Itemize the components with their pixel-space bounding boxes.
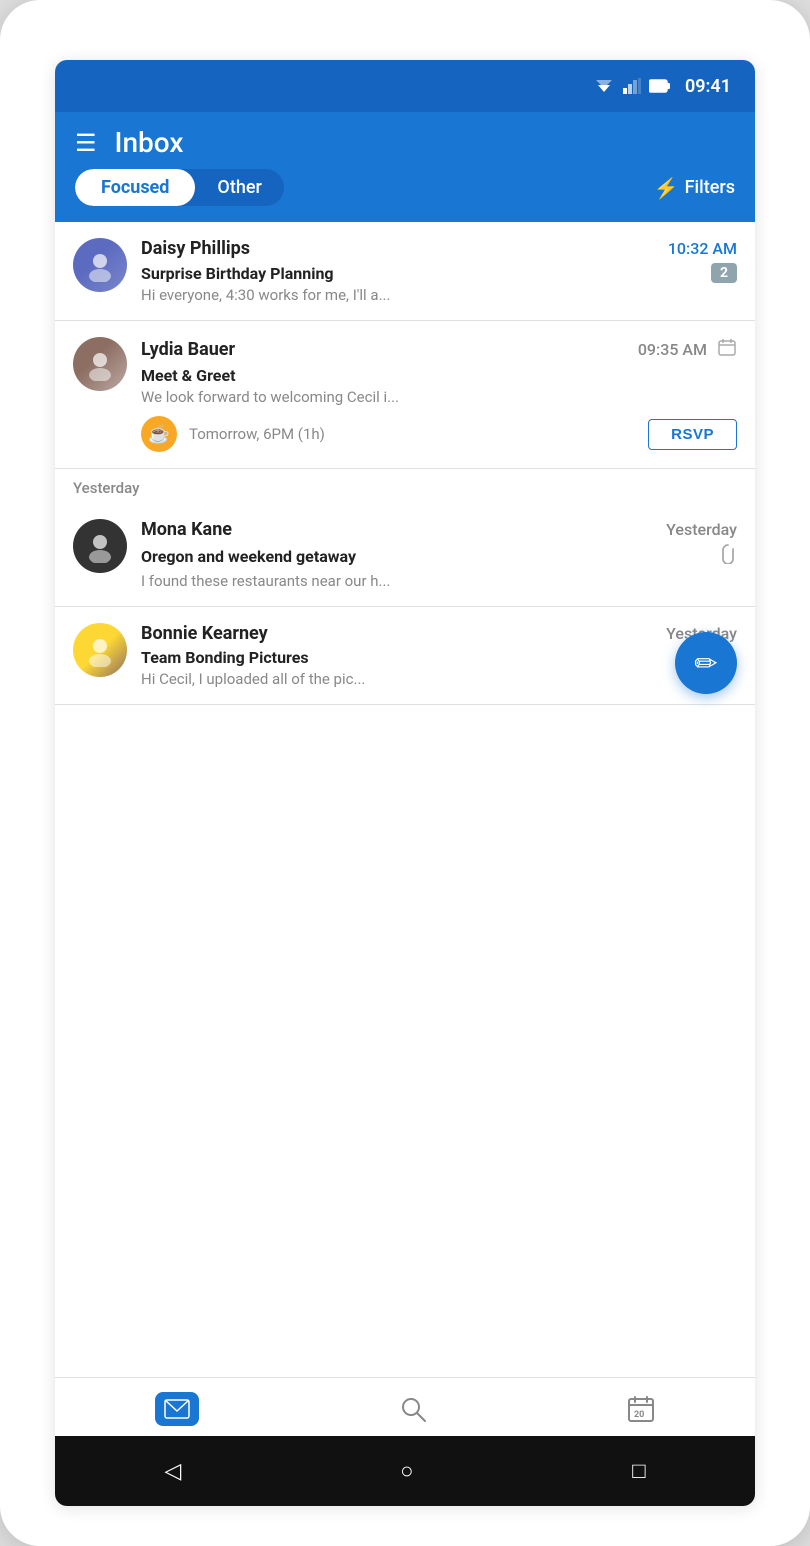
email-item-mona[interactable]: Mona Kane Yesterday Oregon and weekend g… <box>55 503 755 607</box>
email-item-daisy[interactable]: Daisy Phillips 10:32 AM Surprise Birthda… <box>55 222 755 321</box>
tab-focused[interactable]: Focused <box>75 169 195 206</box>
email-item-lydia[interactable]: Lydia Bauer 09:35 AM <box>55 321 755 469</box>
nav-calendar[interactable]: 20 <box>627 1395 655 1423</box>
compose-fab[interactable]: ✏ <box>675 632 737 694</box>
calendar-icon: 20 <box>627 1395 655 1423</box>
email-list: Daisy Phillips 10:32 AM Surprise Birthda… <box>55 222 755 1377</box>
attachment-icon-mona <box>719 544 737 569</box>
email-subject-bonnie: Team Bonding Pictures <box>141 648 309 667</box>
menu-icon[interactable]: ☰ <box>75 129 97 157</box>
recent-button[interactable]: □ <box>632 1458 645 1484</box>
email-subject-line-daisy: Surprise Birthday Planning 2 <box>141 263 737 283</box>
svg-text:20: 20 <box>634 1410 644 1420</box>
battery-icon <box>649 79 671 93</box>
email-header-line-bonnie: Bonnie Kearney Yesterday <box>141 623 737 644</box>
event-time-lydia: Tomorrow, 6PM (1h) <box>189 425 636 443</box>
sender-lydia: Lydia Bauer <box>141 339 235 360</box>
email-content-lydia: Lydia Bauer 09:35 AM <box>141 337 737 406</box>
avatar-image <box>83 529 117 563</box>
filters-button[interactable]: ⚡ Filters <box>654 176 735 200</box>
back-button[interactable]: ◁ <box>164 1459 181 1484</box>
nav-mail-icon <box>155 1392 199 1426</box>
email-item-bonnie[interactable]: Bonnie Kearney Yesterday Team Bonding Pi… <box>55 607 755 705</box>
status-bar: 09:41 <box>55 60 755 112</box>
email-preview-bonnie: Hi Cecil, I uploaded all of the pic... <box>141 670 737 688</box>
status-time: 09:41 <box>685 76 731 97</box>
email-header-line: Daisy Phillips 10:32 AM <box>141 238 737 259</box>
avatar-daisy <box>73 238 127 292</box>
email-subject-line-lydia: Meet & Greet <box>141 366 737 385</box>
email-content-mona: Mona Kane Yesterday Oregon and weekend g… <box>141 519 737 590</box>
email-header-line-lydia: Lydia Bauer 09:35 AM <box>141 337 737 362</box>
sender-mona: Mona Kane <box>141 519 232 540</box>
nav-search[interactable] <box>399 1395 427 1423</box>
tabs-row: Focused Other ⚡ Filters <box>75 169 735 212</box>
event-row-lydia: ☕ Tomorrow, 6PM (1h) RSVP <box>73 416 737 452</box>
email-preview-lydia: We look forward to welcoming Cecil i... <box>141 388 737 406</box>
email-main-row-mona: Mona Kane Yesterday Oregon and weekend g… <box>73 519 737 590</box>
email-subject-lydia: Meet & Greet <box>141 366 236 385</box>
avatar-mona <box>73 519 127 573</box>
email-content-bonnie: Bonnie Kearney Yesterday Team Bonding Pi… <box>141 623 737 688</box>
avatar-image <box>83 248 117 282</box>
mail-icon <box>164 1399 190 1419</box>
compose-icon: ✏ <box>694 647 717 680</box>
filters-label: Filters <box>685 177 735 198</box>
event-dot-icon: ☕ <box>148 424 170 445</box>
android-nav: ◁ ○ □ <box>55 1436 755 1506</box>
email-content-daisy: Daisy Phillips 10:32 AM Surprise Birthda… <box>141 238 737 304</box>
email-subject-line-mona: Oregon and weekend getaway <box>141 544 737 569</box>
avatar-bonnie <box>73 623 127 677</box>
email-time-mona: Yesterday <box>666 520 737 539</box>
home-button[interactable]: ○ <box>400 1458 413 1484</box>
sender-bonnie: Bonnie Kearney <box>141 623 268 644</box>
tab-other[interactable]: Other <box>195 169 283 206</box>
calendar-icon-lydia <box>717 337 737 362</box>
email-subject-line-bonnie: Team Bonding Pictures <box>141 648 737 667</box>
bolt-icon: ⚡ <box>654 176 679 200</box>
status-icons: 09:41 <box>593 76 731 97</box>
device-shell: 09:41 ☰ Inbox Focused Other ⚡ Filters <box>55 60 755 1506</box>
nav-mail[interactable] <box>155 1392 199 1426</box>
signal-icon <box>623 78 641 94</box>
event-dot-lydia: ☕ <box>141 416 177 452</box>
section-header-yesterday: Yesterday <box>55 469 755 503</box>
email-preview-mona: I found these restaurants near our h... <box>141 572 737 590</box>
email-main-row-lydia: Lydia Bauer 09:35 AM <box>73 337 737 406</box>
email-time-daisy: 10:32 AM <box>668 239 737 258</box>
email-badge-daisy: 2 <box>711 263 737 283</box>
bottom-nav: 20 <box>55 1377 755 1436</box>
header-title: Inbox <box>115 126 735 159</box>
rsvp-button[interactable]: RSVP <box>648 419 737 450</box>
search-icon <box>399 1395 427 1423</box>
email-time-lydia: 09:35 AM <box>638 340 707 359</box>
email-header-line-mona: Mona Kane Yesterday <box>141 519 737 540</box>
email-main-row: Daisy Phillips 10:32 AM Surprise Birthda… <box>73 238 737 304</box>
avatar-image <box>83 633 117 667</box>
wifi-icon <box>593 78 615 94</box>
email-preview-daisy: Hi everyone, 4:30 works for me, I'll a..… <box>141 286 737 304</box>
avatar-lydia <box>73 337 127 391</box>
avatar-image <box>83 347 117 381</box>
phone-frame: 09:41 ☰ Inbox Focused Other ⚡ Filters <box>0 0 810 1546</box>
email-main-row-bonnie: Bonnie Kearney Yesterday Team Bonding Pi… <box>73 623 737 688</box>
email-subject-daisy: Surprise Birthday Planning <box>141 264 334 283</box>
sender-daisy: Daisy Phillips <box>141 238 250 259</box>
email-subject-mona: Oregon and weekend getaway <box>141 547 356 566</box>
app-header: ☰ Inbox Focused Other ⚡ Filters <box>55 112 755 222</box>
inbox-tabs: Focused Other <box>75 169 284 206</box>
header-top: ☰ Inbox <box>75 126 735 159</box>
